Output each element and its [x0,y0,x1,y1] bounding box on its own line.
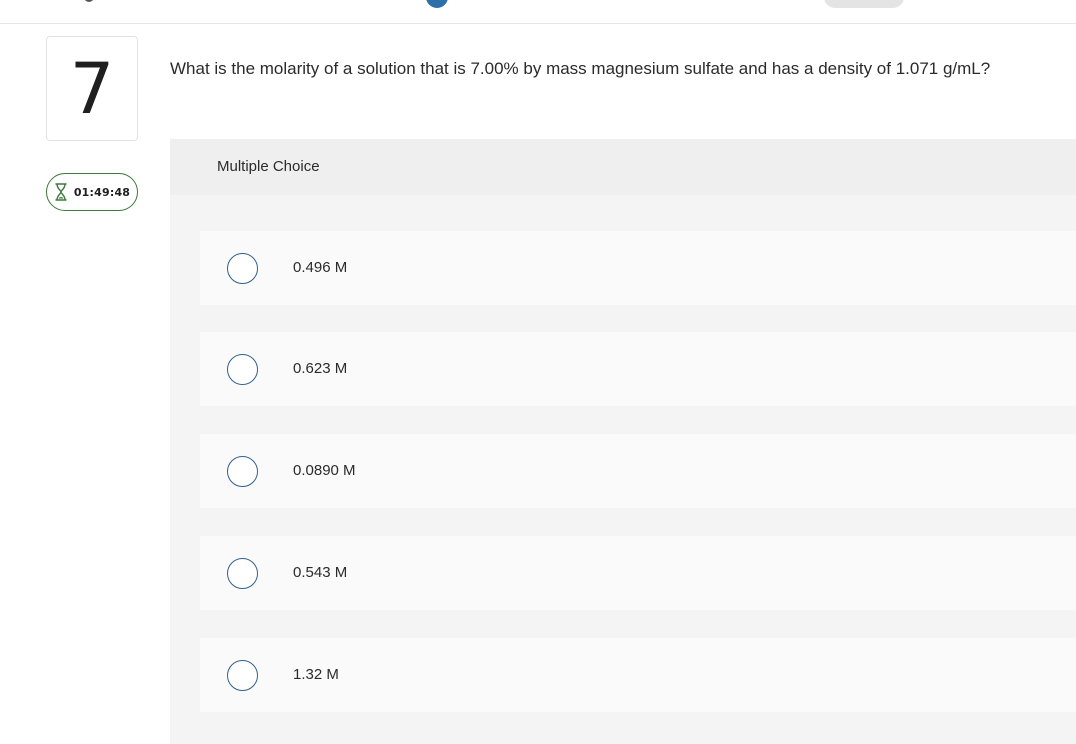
question-number-box: 7 [46,36,138,141]
radio-button[interactable] [227,558,258,589]
radio-button[interactable] [227,253,258,284]
radio-button[interactable] [227,354,258,385]
radio-button[interactable] [227,456,258,487]
answer-option-3[interactable]: 0.0890 M [200,434,1076,508]
toolbar-text-fragment [84,0,94,2]
timer-badge: 01:49:48 [46,173,138,211]
answer-option-1[interactable]: 0.496 M [200,231,1076,305]
question-number: 7 [69,47,115,130]
toolbar-button[interactable] [824,0,904,8]
answer-option-label: 0.0890 M [293,462,356,479]
hourglass-icon [55,183,67,201]
radio-button[interactable] [227,660,258,691]
question-type-label: Multiple Choice [217,158,320,175]
answer-option-label: 0.623 M [293,360,348,377]
answer-area: Multiple Choice 0.496 M 0.623 M 0.0890 M… [170,139,1076,744]
timer-text: 01:49:48 [73,185,131,199]
answer-option-label: 1.32 M [293,666,339,683]
answer-option-label: 0.543 M [293,564,348,581]
question-page: 7 01:49:48 What is the molarity of a sol… [0,0,1076,744]
question-prompt: What is the molarity of a solution that … [170,59,991,78]
top-toolbar [0,0,1076,24]
answer-option-2[interactable]: 0.623 M [200,332,1076,406]
answer-option-label: 0.496 M [293,259,348,276]
question-type-header: Multiple Choice [170,139,1076,195]
progress-indicator[interactable] [426,0,448,8]
answer-option-4[interactable]: 0.543 M [200,536,1076,610]
answer-option-5[interactable]: 1.32 M [200,638,1076,712]
